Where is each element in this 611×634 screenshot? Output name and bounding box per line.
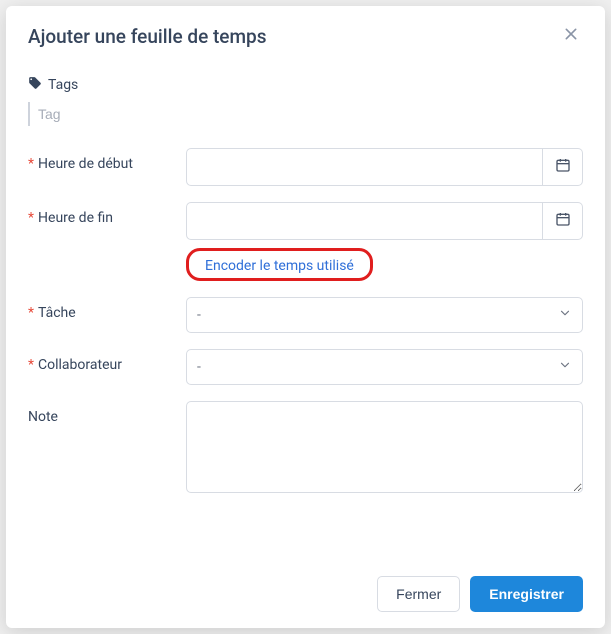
collaborator-selected-value: -	[197, 359, 201, 375]
row-start-time: *Heure de début	[28, 148, 583, 186]
collaborator-select[interactable]: -	[186, 349, 583, 385]
chevron-down-icon	[558, 358, 572, 376]
close-footer-button[interactable]: Fermer	[377, 576, 460, 612]
modal-footer: Fermer Enregistrer	[6, 560, 605, 628]
encode-time-link[interactable]: Encoder le temps utilisé	[205, 258, 354, 274]
tag-input[interactable]	[38, 102, 583, 126]
calendar-icon	[555, 157, 571, 177]
tag-icon	[28, 76, 42, 94]
required-mark: *	[28, 156, 34, 172]
label-note: Note	[28, 401, 186, 425]
tags-header: Tags	[28, 76, 583, 94]
modal-body: Tags *Heure de début	[6, 66, 605, 560]
task-select[interactable]: -	[186, 297, 583, 333]
required-mark: *	[28, 357, 34, 373]
save-button[interactable]: Enregistrer	[470, 576, 583, 612]
tag-input-wrap	[28, 102, 583, 126]
tags-label: Tags	[48, 77, 78, 93]
tags-section: Tags	[28, 76, 583, 126]
chevron-down-icon	[558, 306, 572, 324]
label-end-time: *Heure de fin	[28, 202, 186, 226]
required-mark: *	[28, 210, 34, 226]
label-task: *Tâche	[28, 297, 186, 321]
close-button[interactable]	[559, 24, 583, 48]
start-time-input[interactable]	[186, 148, 543, 186]
start-time-picker-button[interactable]	[543, 148, 583, 186]
end-time-input[interactable]	[186, 202, 543, 240]
end-time-picker-button[interactable]	[543, 202, 583, 240]
encode-link-wrap: Encoder le temps utilisé	[186, 248, 583, 281]
encode-link-highlight: Encoder le temps utilisé	[186, 248, 373, 281]
modal-title: Ajouter une feuille de temps	[28, 25, 266, 48]
label-start-time: *Heure de début	[28, 148, 186, 172]
row-collaborator: *Collaborateur -	[28, 349, 583, 385]
calendar-icon	[555, 211, 571, 231]
task-selected-value: -	[197, 307, 201, 323]
label-collaborator: *Collaborateur	[28, 349, 186, 373]
row-task: *Tâche -	[28, 297, 583, 333]
modal-header: Ajouter une feuille de temps	[6, 6, 605, 66]
row-note: Note	[28, 401, 583, 493]
required-mark: *	[28, 305, 34, 321]
note-textarea[interactable]	[186, 401, 583, 493]
row-end-time: *Heure de fin Encoder le temps	[28, 202, 583, 281]
close-icon	[563, 26, 579, 46]
modal-dialog: Ajouter une feuille de temps Tags	[6, 6, 605, 628]
